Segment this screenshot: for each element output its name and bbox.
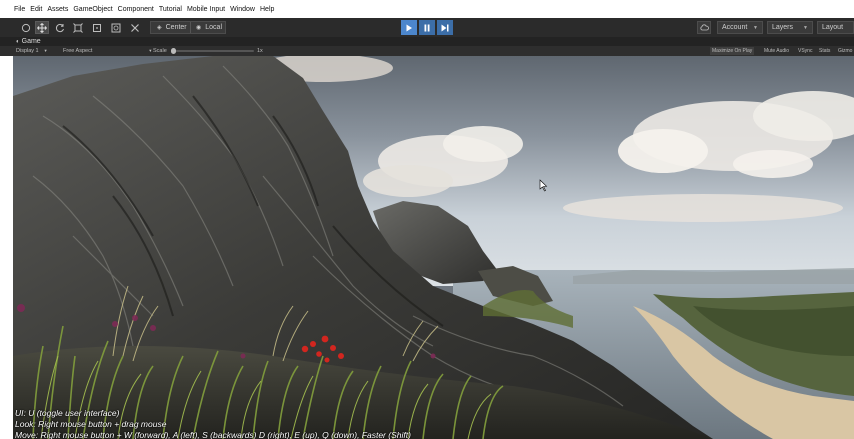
cloud-services-button[interactable] (697, 21, 711, 34)
chevron-down-icon: ▼ (803, 24, 808, 31)
transform-tool-button[interactable] (109, 21, 123, 34)
scale-icon (73, 22, 83, 33)
menu-tutorial[interactable]: Tutorial (159, 6, 182, 13)
main-toolbar: ◈ Center ◉ Local Account ▼ Layers ▼ Layout (0, 18, 854, 37)
help-text-look: Look: Right mouse button + drag mouse (15, 419, 167, 429)
game-view-toolbar: Display 1 ▼ Free Aspect ▼ Scale 1x Maximiz… (0, 46, 854, 56)
help-text-move: Move: Right mouse button + W (forward), … (15, 430, 411, 439)
move-icon (37, 22, 47, 33)
chevron-down-icon: ▼ (753, 24, 758, 31)
rect-tool-button[interactable] (90, 21, 104, 34)
menu-mobile-input[interactable]: Mobile Input (187, 6, 225, 13)
pause-icon (424, 24, 430, 31)
vsync-toggle[interactable]: VSync (798, 47, 812, 55)
display-dropdown[interactable]: Display 1 ▼ (16, 47, 48, 55)
menu-assets[interactable]: Assets (47, 6, 68, 13)
scale-value: 1x (257, 48, 263, 54)
aspect-label: Free Aspect (63, 48, 93, 54)
transform-tools (17, 18, 145, 37)
pivot-center-toggle[interactable]: ◈ Center (151, 24, 190, 31)
rotation-label: Local (205, 24, 222, 31)
custom-tool-button[interactable] (128, 21, 142, 34)
pivot-label: Center (165, 24, 187, 31)
scale-tool-button[interactable] (71, 21, 85, 34)
scale-slider-track[interactable] (172, 50, 254, 52)
account-dropdown[interactable]: Account ▼ (717, 21, 763, 34)
rotate-tool-button[interactable] (53, 21, 67, 34)
pivot-icon: ◈ (157, 25, 162, 31)
play-button[interactable] (401, 20, 417, 35)
hand-tool-button[interactable] (19, 21, 33, 34)
game-viewport[interactable]: UI: U (toggle user interface) Look: Righ… (13, 56, 854, 439)
move-tool-button[interactable] (35, 21, 49, 34)
display-label: Display 1 (16, 48, 39, 54)
pivot-toggle-group: ◈ Center ◉ Local (150, 21, 226, 34)
stats-toggle[interactable]: Stats (819, 47, 830, 55)
menu-bar: File Edit Assets GameObject Component Tu… (0, 0, 854, 18)
tab-game[interactable]: Game (22, 38, 41, 45)
local-icon: ◉ (196, 25, 202, 31)
chevron-down-icon: ▼ (148, 48, 153, 53)
gizmos-dropdown[interactable]: Gizmo (838, 47, 852, 55)
custom-tool-icon (131, 23, 139, 32)
menu-file[interactable]: File (14, 6, 25, 13)
account-label: Account (722, 24, 748, 31)
pivot-rotation-toggle[interactable]: ◉ Local (190, 24, 225, 31)
mute-audio-toggle[interactable]: Mute Audio (764, 47, 789, 55)
layers-label: Layers (772, 24, 794, 31)
layers-dropdown[interactable]: Layers ▼ (767, 21, 813, 34)
maximize-on-play-toggle[interactable]: Maximize On Play (710, 47, 755, 55)
transform-icon (111, 23, 121, 32)
scale-label: Scale (153, 48, 167, 54)
aspect-dropdown[interactable]: Free Aspect ▼ (63, 47, 152, 55)
cloud-icon (699, 24, 709, 31)
rect-tool-icon (93, 23, 101, 32)
play-icon (406, 24, 412, 31)
chevron-down-icon: ▼ (43, 48, 48, 53)
layout-label: Layout (822, 24, 844, 31)
menu-help[interactable]: Help (260, 6, 274, 13)
game-scene (13, 56, 854, 439)
layout-dropdown[interactable]: Layout (817, 21, 854, 34)
step-button[interactable] (437, 20, 453, 35)
scale-slider-handle[interactable] (171, 48, 176, 54)
help-text-ui: UI: U (toggle user interface) (15, 408, 120, 418)
step-icon (441, 24, 449, 31)
menu-edit[interactable]: Edit (30, 6, 42, 13)
rotate-icon (55, 23, 64, 32)
menu-component[interactable]: Component (118, 6, 154, 13)
menu-window[interactable]: Window (230, 6, 255, 13)
hand-icon (21, 23, 31, 32)
playback-controls (401, 20, 453, 35)
game-tab-bar: ◐ Game (0, 37, 854, 46)
game-tab-icon: ◐ (16, 38, 20, 45)
menu-gameobject[interactable]: GameObject (73, 6, 112, 13)
pause-button[interactable] (419, 20, 435, 35)
